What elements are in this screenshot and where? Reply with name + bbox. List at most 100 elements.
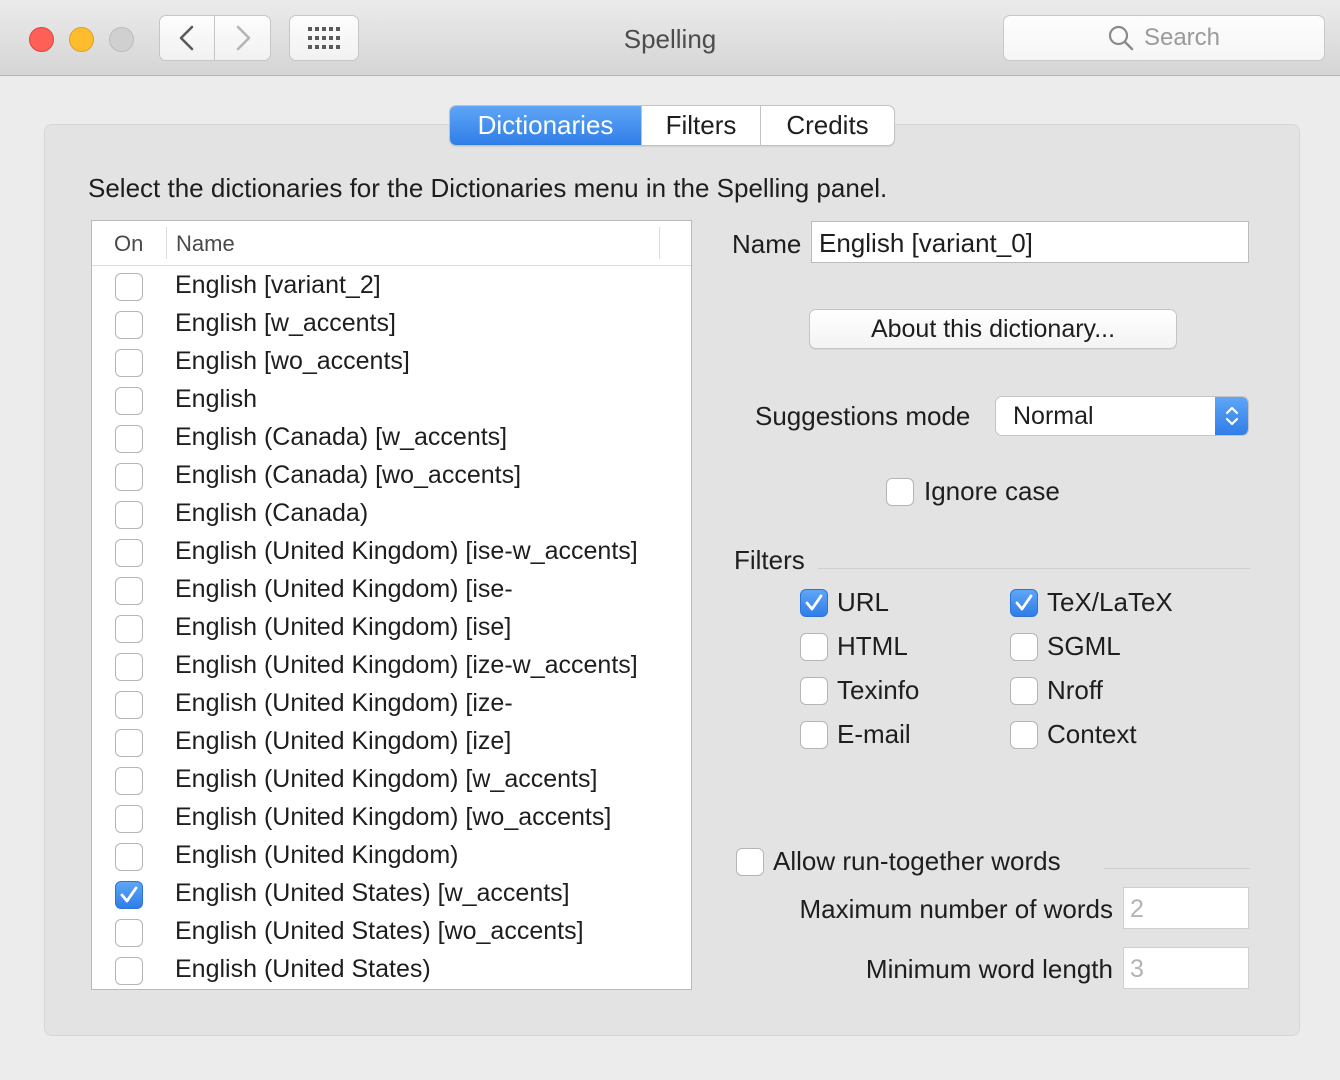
dictionary-name: English (United Kingdom) [wo_accents] — [175, 803, 612, 831]
dictionary-enabled-checkbox[interactable] — [115, 957, 143, 985]
dictionary-enabled-checkbox[interactable] — [115, 501, 143, 529]
filter-tex-checkbox[interactable] — [1010, 588, 1038, 617]
ignore-case-checkbox[interactable] — [886, 477, 914, 506]
table-row[interactable]: English — [92, 381, 691, 419]
about-dictionary-button[interactable]: About this dictionary... — [809, 309, 1177, 349]
dictionary-name: English (Canada) [w_accents] — [175, 423, 508, 451]
table-row[interactable]: English (United States) [w_accents] — [92, 875, 691, 913]
tab-dictionaries[interactable]: Dictionaries — [450, 106, 641, 145]
dictionary-name: English (United States) — [175, 955, 431, 983]
filter-nroff-option[interactable]: Nroff — [1010, 675, 1103, 706]
filter-tex-label: TeX/LaTeX — [1047, 587, 1173, 617]
column-header-name[interactable]: Name — [176, 231, 235, 257]
table-row[interactable]: English [w_accents] — [92, 305, 691, 343]
max-words-field[interactable]: 2 — [1123, 887, 1249, 929]
filter-texinfo-option[interactable]: Texinfo — [800, 675, 919, 706]
dictionary-enabled-checkbox[interactable] — [115, 767, 143, 795]
filter-url-option[interactable]: URL — [800, 587, 889, 618]
title-bar: Spelling Search — [0, 0, 1340, 76]
zoom-window-button — [109, 27, 134, 52]
show-all-button[interactable] — [289, 15, 359, 61]
dictionary-enabled-checkbox[interactable] — [115, 425, 143, 453]
dictionary-enabled-checkbox[interactable] — [115, 919, 143, 947]
filter-email-option[interactable]: E-mail — [800, 719, 911, 750]
filter-email-checkbox[interactable] — [800, 720, 828, 749]
table-row[interactable]: English (Canada) — [92, 495, 691, 533]
table-row[interactable]: English (Canada) [wo_accents] — [92, 457, 691, 495]
table-row[interactable]: English [wo_accents] — [92, 343, 691, 381]
ignore-case-option[interactable]: Ignore case — [886, 476, 1060, 507]
forward-button[interactable] — [215, 15, 271, 61]
dictionary-enabled-checkbox[interactable] — [115, 653, 143, 681]
column-header-on[interactable]: On — [114, 231, 143, 257]
min-length-field[interactable]: 3 — [1123, 947, 1249, 989]
dictionary-name: English (Canada) [wo_accents] — [175, 461, 522, 489]
tab-filters[interactable]: Filters — [641, 106, 760, 145]
table-row[interactable]: English (United Kingdom) [ize-w_accents] — [92, 647, 691, 685]
dictionary-enabled-checkbox[interactable] — [115, 273, 143, 301]
dictionary-enabled-checkbox[interactable] — [115, 463, 143, 491]
dictionary-enabled-checkbox[interactable] — [115, 843, 143, 871]
filter-html-checkbox[interactable] — [800, 632, 828, 661]
table-row[interactable]: English (United States) — [92, 951, 691, 989]
dictionary-enabled-checkbox[interactable] — [115, 577, 143, 605]
dictionary-name: English (United States) [w_accents] — [175, 879, 570, 907]
filter-nroff-checkbox[interactable] — [1010, 676, 1038, 705]
checkmark-icon — [805, 594, 823, 610]
tab-credits[interactable]: Credits — [760, 106, 894, 145]
filter-context-option[interactable]: Context — [1010, 719, 1137, 750]
table-row[interactable]: English (Canada) [w_accents] — [92, 419, 691, 457]
table-row[interactable]: English (United Kingdom) — [92, 837, 691, 875]
table-row[interactable]: English (United States) [wo_accents] — [92, 913, 691, 951]
filter-tex-option[interactable]: TeX/LaTeX — [1010, 587, 1173, 618]
table-row[interactable]: English (United Kingdom) [w_accents] — [92, 761, 691, 799]
suggestions-mode-value: Normal — [1013, 402, 1094, 430]
minimize-window-button[interactable] — [69, 27, 94, 52]
filter-sgml-checkbox[interactable] — [1010, 632, 1038, 661]
dictionary-enabled-checkbox[interactable] — [115, 729, 143, 757]
table-body: English [variant_2] English [w_accents] En… — [92, 267, 691, 989]
close-window-button[interactable] — [29, 27, 54, 52]
table-row[interactable]: English (United Kingdom) [ise-w_accents] — [92, 533, 691, 571]
filter-context-label: Context — [1047, 719, 1137, 749]
window-title: Spelling — [623, 24, 717, 54]
dictionary-name: English [wo_accents] — [175, 347, 410, 375]
dictionary-table[interactable]: On Name English [variant_2] English [w_ac… — [91, 220, 692, 990]
filter-texinfo-checkbox[interactable] — [800, 676, 828, 705]
dictionary-enabled-checkbox[interactable] — [115, 691, 143, 719]
dictionary-name: English (United Kingdom) [ize] — [175, 727, 512, 755]
table-row[interactable]: English (United Kingdom) [ise] — [92, 609, 691, 647]
dictionary-enabled-checkbox[interactable] — [115, 615, 143, 643]
suggestions-mode-select[interactable]: Normal — [995, 396, 1249, 436]
table-row[interactable]: English (United Kingdom) [ize] — [92, 723, 691, 761]
filter-nroff-label: Nroff — [1047, 675, 1103, 705]
table-row[interactable]: English (United Kingdom) [ise- — [92, 571, 691, 609]
filter-url-label: URL — [837, 587, 890, 617]
dictionary-enabled-checkbox[interactable] — [115, 881, 143, 909]
dictionary-enabled-checkbox[interactable] — [115, 805, 143, 833]
run-together-option[interactable]: Allow run-together words — [736, 846, 1061, 877]
name-label: Name — [732, 229, 802, 259]
dictionary-enabled-checkbox[interactable] — [115, 349, 143, 377]
filter-texinfo-label: Texinfo — [837, 675, 920, 705]
filter-html-option[interactable]: HTML — [800, 631, 908, 662]
table-row[interactable]: English (United Kingdom) [ize- — [92, 685, 691, 723]
dictionary-name: English (United States) [wo_accents] — [175, 917, 584, 945]
search-placeholder: Search — [1143, 24, 1221, 51]
dictionary-enabled-checkbox[interactable] — [115, 387, 143, 415]
table-row[interactable]: English [variant_2] — [92, 267, 691, 305]
tab-bar: Dictionaries Filters Credits — [449, 105, 895, 146]
search-field[interactable]: Search — [1003, 15, 1325, 61]
updown-arrows-icon — [1215, 397, 1248, 435]
filter-sgml-option[interactable]: SGML — [1010, 631, 1121, 662]
table-row[interactable]: English (United Kingdom) [wo_accents] — [92, 799, 691, 837]
back-button[interactable] — [159, 15, 215, 61]
filter-url-checkbox[interactable] — [800, 588, 828, 617]
dictionary-name: English (United Kingdom) [ize- — [175, 689, 513, 717]
dictionary-enabled-checkbox[interactable] — [115, 539, 143, 567]
dictionary-name: English [variant_2] — [175, 271, 381, 299]
run-together-checkbox[interactable] — [736, 847, 764, 876]
dictionary-enabled-checkbox[interactable] — [115, 311, 143, 339]
name-field[interactable]: English [variant_0] — [811, 221, 1249, 263]
filter-context-checkbox[interactable] — [1010, 720, 1038, 749]
